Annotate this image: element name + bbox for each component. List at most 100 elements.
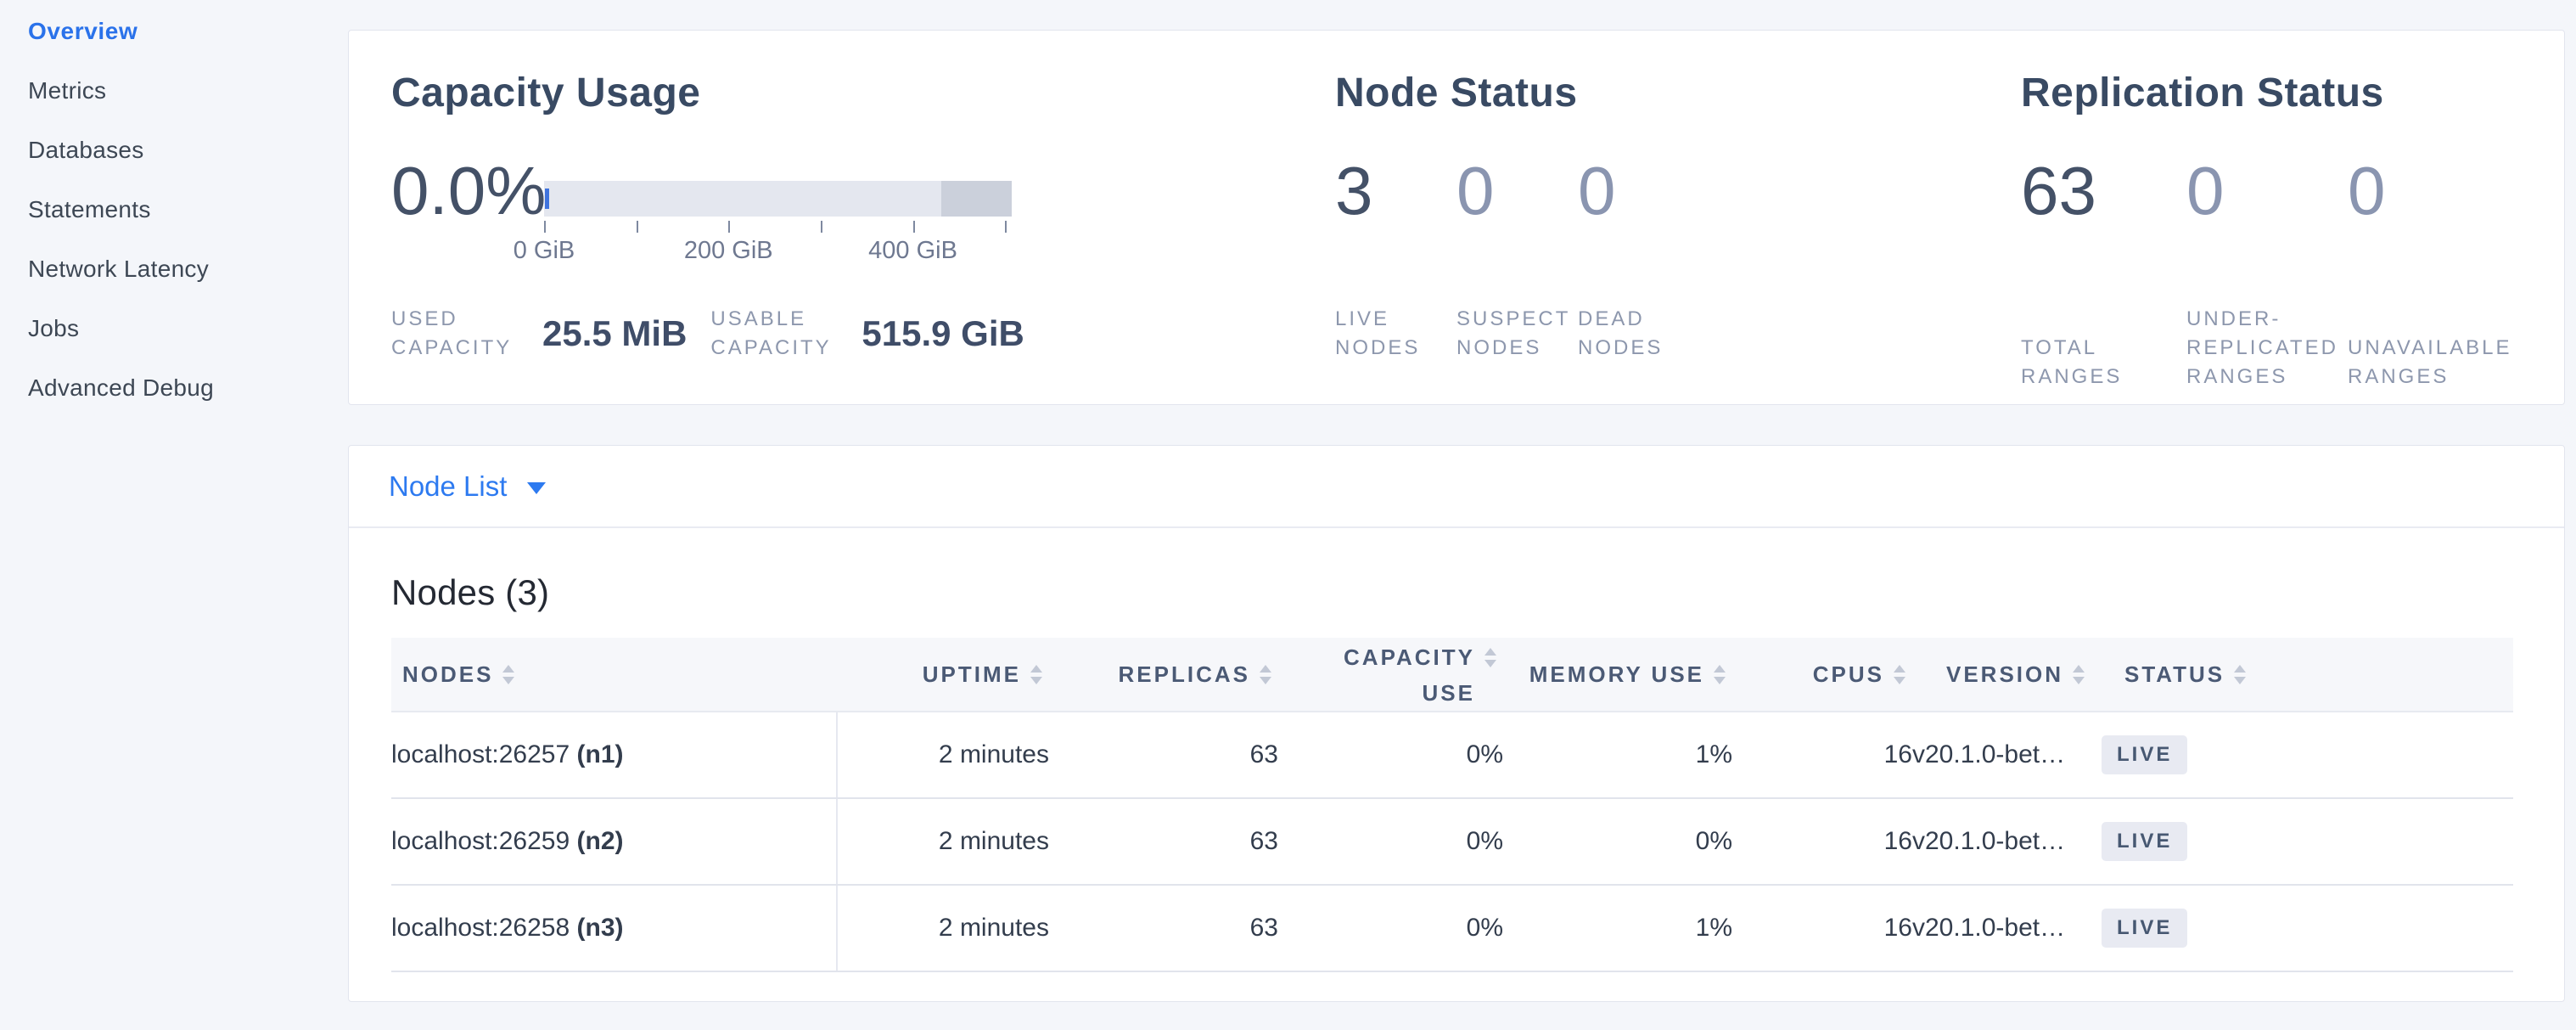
node-status-section: Node Status 3 0 0 LIVE NODES SUSPECT NOD…: [1335, 31, 2021, 404]
unavailable-ranges-count: 0: [2348, 150, 2522, 232]
under-replicated-ranges-count: 0: [2186, 150, 2348, 232]
capacity-usage-section: Capacity Usage 0.0%: [391, 31, 1335, 404]
column-label: CAPACITY USE: [1327, 639, 1475, 711]
column-header-version[interactable]: VERSION: [1912, 638, 2102, 712]
replication-status-title: Replication Status: [2021, 70, 2522, 116]
node-list-selector[interactable]: Node List: [389, 470, 546, 503]
sort-icon: [1484, 648, 1496, 667]
table-row: localhost:26259 (n2) 2 minutes 63 0% 0% …: [391, 798, 2513, 885]
node-address-cell[interactable]: localhost:26259 (n2): [391, 798, 837, 885]
column-header-replicas[interactable]: REPLICAS: [1049, 638, 1278, 712]
capacity-bar-chart: 0 GiB 200 GiB 400 GiB: [544, 181, 1019, 283]
column-label: CPUS: [1813, 661, 1884, 688]
sort-icon: [2073, 665, 2085, 684]
sort-icon: [1714, 665, 1726, 684]
node-address-cell[interactable]: localhost:26257 (n1): [391, 712, 837, 798]
sort-icon: [1030, 665, 1042, 684]
table-row: localhost:26257 (n1) 2 minutes 63 0% 1% …: [391, 712, 2513, 798]
replication-status-section: Replication Status 63 0 0 TOTAL RANGES U…: [2021, 31, 2522, 404]
cluster-summary-card: Capacity Usage 0.0%: [348, 30, 2565, 405]
suspect-nodes-count: 0: [1456, 150, 1578, 232]
column-label: REPLICAS: [1119, 661, 1250, 688]
uptime-cell: 2 minutes: [837, 885, 1049, 971]
status-badge: LIVE: [2102, 909, 2187, 948]
column-header-nodes[interactable]: NODES: [391, 638, 837, 712]
sidebar-item-statements[interactable]: Statements: [28, 183, 348, 236]
column-label: MEMORY USE: [1529, 661, 1704, 688]
dead-nodes-count: 0: [1578, 150, 1699, 232]
axis-tick: [728, 221, 730, 233]
axis-tick-label: 400 GiB: [868, 237, 957, 265]
used-capacity-value: 25.5 MiB: [542, 313, 687, 354]
sidebar-item-metrics[interactable]: Metrics: [28, 65, 348, 117]
live-nodes-label: LIVE NODES: [1335, 305, 1456, 363]
axis-tick: [1005, 221, 1007, 233]
cpus-cell: 16: [1732, 885, 1912, 971]
live-nodes-count: 3: [1335, 150, 1456, 232]
replicas-cell: 63: [1049, 712, 1278, 798]
axis-tick-label: 200 GiB: [684, 237, 773, 265]
column-label: NODES: [402, 661, 493, 688]
node-id: (n3): [577, 914, 624, 942]
axis-tick-label: 0 GiB: [514, 237, 575, 265]
node-id: (n2): [577, 827, 624, 855]
used-capacity-label: USED CAPACITY: [391, 305, 536, 363]
column-header-memory-use[interactable]: MEMORY USE: [1503, 638, 1732, 712]
nodes-section: Nodes (3) NODES UPTIME: [349, 572, 2564, 972]
sidebar-item-databases[interactable]: Databases: [28, 124, 348, 177]
node-list-selector-label: Node List: [389, 470, 507, 503]
status-cell: LIVE: [2102, 712, 2513, 798]
cpus-cell: 16: [1732, 798, 1912, 885]
node-address: localhost:26259: [391, 827, 570, 855]
memory-use-cell: 1%: [1503, 885, 1732, 971]
total-ranges-label: TOTAL RANGES: [2021, 334, 2186, 391]
uptime-cell: 2 minutes: [837, 712, 1049, 798]
sidebar-item-network-latency[interactable]: Network Latency: [28, 243, 348, 295]
table-header-row: NODES UPTIME REPLICAS CAPACITY USE: [391, 638, 2513, 712]
capacity-use-cell: 0%: [1278, 885, 1503, 971]
sidebar-item-jobs[interactable]: Jobs: [28, 302, 348, 355]
memory-use-cell: 1%: [1503, 712, 1732, 798]
sidebar-nav-list: Overview Metrics Databases Statements Ne…: [0, 0, 348, 414]
usable-capacity-label: USABLE CAPACITY: [710, 305, 855, 363]
version-cell: v20.1.0-bet…: [1912, 712, 2102, 798]
sidebar-item-overview[interactable]: Overview: [28, 5, 348, 58]
node-list-card: Node List Nodes (3) NODES: [348, 445, 2565, 1002]
column-label: UPTIME: [923, 661, 1021, 688]
column-label: STATUS: [2124, 661, 2225, 688]
version-cell: v20.1.0-bet…: [1912, 798, 2102, 885]
column-header-capacity-use[interactable]: CAPACITY USE: [1278, 638, 1503, 712]
sidebar-item-advanced-debug[interactable]: Advanced Debug: [28, 362, 348, 414]
capacity-used-bar: [545, 189, 549, 209]
status-cell: LIVE: [2102, 885, 2513, 971]
table-row: localhost:26258 (n3) 2 minutes 63 0% 1% …: [391, 885, 2513, 971]
node-list-header: Node List: [349, 446, 2564, 528]
capacity-use-cell: 0%: [1278, 798, 1503, 885]
column-header-status[interactable]: STATUS: [2102, 638, 2513, 712]
capacity-usage-title: Capacity Usage: [391, 70, 1335, 116]
status-badge: LIVE: [2102, 735, 2187, 774]
version-cell: v20.1.0-bet…: [1912, 885, 2102, 971]
node-address-cell[interactable]: localhost:26258 (n3): [391, 885, 837, 971]
node-id: (n1): [577, 740, 624, 768]
column-label: VERSION: [1946, 661, 2063, 688]
nodes-table: NODES UPTIME REPLICAS CAPACITY USE: [391, 638, 2513, 972]
dead-nodes-label: DEAD NODES: [1578, 305, 1699, 363]
sort-icon: [502, 665, 514, 684]
status-cell: LIVE: [2102, 798, 2513, 885]
nodes-section-title: Nodes (3): [391, 572, 2522, 613]
sidebar: Overview Metrics Databases Statements Ne…: [0, 0, 348, 1030]
main-content: Capacity Usage 0.0%: [348, 0, 2576, 1030]
axis-tick: [637, 221, 638, 233]
replicas-cell: 63: [1049, 798, 1278, 885]
node-status-title: Node Status: [1335, 70, 2021, 116]
caret-down-icon: [527, 482, 546, 494]
column-header-uptime[interactable]: UPTIME: [837, 638, 1049, 712]
column-header-cpus[interactable]: CPUS: [1732, 638, 1912, 712]
capacity-bar-track: [544, 181, 1012, 217]
under-replicated-ranges-label: UNDER-REPLICATED RANGES: [2186, 305, 2348, 391]
status-badge: LIVE: [2102, 822, 2187, 861]
node-address: localhost:26258: [391, 914, 570, 942]
total-ranges-count: 63: [2021, 150, 2186, 232]
capacity-use-cell: 0%: [1278, 712, 1503, 798]
